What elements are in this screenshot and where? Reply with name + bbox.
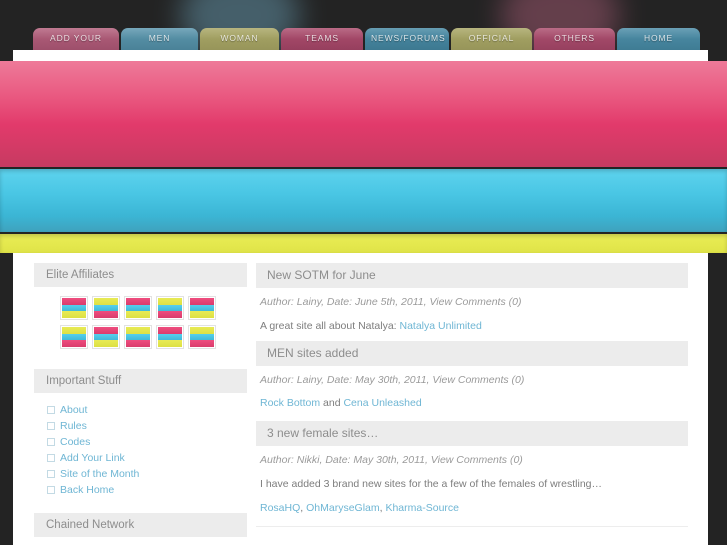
thumbnail-band xyxy=(94,304,118,312)
post-link-row: Rock Bottom and Cena Unleashed xyxy=(256,386,688,413)
post-body: A great site all about Natalya: Natalya … xyxy=(256,308,688,333)
thumbnail-band xyxy=(62,340,86,348)
thumbnail-band xyxy=(126,340,150,348)
affiliate-thumbnail[interactable] xyxy=(188,325,216,349)
affiliate-thumbnail[interactable] xyxy=(92,325,120,349)
thumbnail-band xyxy=(62,333,86,341)
post-title[interactable]: 3 new female sites… xyxy=(256,421,688,446)
thumbnail-band xyxy=(190,298,214,305)
nav-tab-official[interactable]: OFFICIAL xyxy=(451,28,532,50)
sidebar-link-add-your-link[interactable]: Add Your Link xyxy=(47,450,247,466)
post-body-text: I have added 3 brand new sites for the a… xyxy=(260,478,603,490)
thumbnail-band xyxy=(94,327,118,334)
affiliate-thumbnail[interactable] xyxy=(156,325,184,349)
thumbnail-band xyxy=(158,340,182,348)
thumbnail-band xyxy=(94,298,118,305)
thumbnail-band xyxy=(94,333,118,341)
nav-tab-men[interactable]: MEN xyxy=(121,28,198,50)
post-body-link[interactable]: Natalya Unlimited xyxy=(400,320,482,332)
thumbnail-band xyxy=(190,333,214,341)
nav-tab-others[interactable]: OTHERS xyxy=(534,28,615,50)
content-container: Elite Affiliates Important Stuff About Ru… xyxy=(13,253,708,545)
nav-tab-woman[interactable]: WOMAN xyxy=(200,28,279,50)
thumbnail-band xyxy=(158,327,182,334)
sidebar: Elite Affiliates Important Stuff About Ru… xyxy=(34,263,247,545)
nav-underbar xyxy=(13,50,708,61)
post: MEN sites added Author: Lainy, Date: May … xyxy=(256,341,688,413)
post-divider xyxy=(256,526,688,527)
thumbnail-band xyxy=(158,298,182,305)
sidebar-link-about[interactable]: About xyxy=(47,402,247,418)
thumbnail-band xyxy=(62,298,86,305)
affiliate-thumbnail[interactable] xyxy=(60,325,88,349)
widget-title-chained-network: Chained Network xyxy=(34,513,247,537)
thumbnail-band xyxy=(62,304,86,312)
post-link[interactable]: OhMaryseGlam xyxy=(306,502,380,514)
affiliate-thumbnail[interactable] xyxy=(92,296,120,320)
affiliate-thumbnail[interactable] xyxy=(124,325,152,349)
post-meta: Author: Nikki, Date: May 30th, 2011, Vie… xyxy=(260,454,523,466)
post-meta: Author: Lainy, Date: May 30th, 2011, Vie… xyxy=(260,374,525,386)
sidebar-link-codes[interactable]: Codes xyxy=(47,434,247,450)
post-body-text: A great site all about Natalya: xyxy=(260,320,400,332)
nav-tab-list: ADD YOUR SITEMENWOMANTEAMSNEWS/FORUMSOFF… xyxy=(33,28,702,50)
affiliate-thumb-grid xyxy=(34,296,250,354)
thumbnail-band xyxy=(158,311,182,319)
nav-tab-home[interactable]: HOME xyxy=(617,28,700,50)
post: 3 new female sites… Author: Nikki, Date: … xyxy=(256,421,688,527)
thumbnail-band xyxy=(94,311,118,319)
top-navigation: ADD YOUR SITEMENWOMANTEAMSNEWS/FORUMSOFF… xyxy=(0,0,727,61)
thumbnail-band xyxy=(126,304,150,312)
header-banner xyxy=(0,61,727,253)
post-link[interactable]: RosaHQ xyxy=(260,502,300,514)
nav-tab-add-your-site[interactable]: ADD YOUR SITE xyxy=(33,28,119,50)
post-link-row: RosaHQ, OhMaryseGlam, Kharma-Source xyxy=(256,491,688,518)
banner-band-yellow xyxy=(0,234,727,253)
sidebar-link-back-home[interactable]: Back Home xyxy=(47,482,247,498)
thumbnail-band xyxy=(190,304,214,312)
widget-title-important-stuff: Important Stuff xyxy=(34,369,247,393)
nav-tab-teams[interactable]: TEAMS xyxy=(281,28,363,50)
sidebar-link-rules[interactable]: Rules xyxy=(47,418,247,434)
thumbnail-band xyxy=(158,304,182,312)
affiliate-thumbnail[interactable] xyxy=(60,296,88,320)
thumbnail-band xyxy=(126,311,150,319)
banner-band-pink xyxy=(0,61,727,167)
affiliate-thumbnail[interactable] xyxy=(156,296,184,320)
post-link[interactable]: Kharma-Source xyxy=(385,502,459,514)
post-body: I have added 3 brand new sites for the a… xyxy=(256,466,688,491)
affiliate-thumbnail[interactable] xyxy=(124,296,152,320)
banner-band-cyan xyxy=(0,169,727,232)
post-link[interactable]: Rock Bottom xyxy=(260,397,320,409)
thumbnail-band xyxy=(94,340,118,348)
affiliate-thumbnail[interactable] xyxy=(188,296,216,320)
post-title[interactable]: New SOTM for June xyxy=(256,263,688,288)
thumbnail-band xyxy=(190,311,214,319)
nav-tab-news-forums[interactable]: NEWS/FORUMS xyxy=(365,28,449,50)
post-link[interactable]: Cena Unleashed xyxy=(343,397,421,409)
important-stuff-list: About Rules Codes Add Your Link Site of the … xyxy=(34,402,247,498)
thumbnail-band xyxy=(126,333,150,341)
thumbnail-band xyxy=(190,340,214,348)
post-list: New SOTM for June Author: Lainy, Date: Ju… xyxy=(256,263,688,535)
thumbnail-band xyxy=(62,311,86,319)
thumbnail-band xyxy=(126,327,150,334)
thumbnail-band xyxy=(62,327,86,334)
post-meta: Author: Lainy, Date: June 5th, 2011, Vie… xyxy=(260,296,522,308)
widget-title-elite-affiliates: Elite Affiliates xyxy=(34,263,247,287)
page-root: ADD YOUR SITEMENWOMANTEAMSNEWS/FORUMSOFF… xyxy=(0,0,727,545)
post-title[interactable]: MEN sites added xyxy=(256,341,688,366)
thumbnail-band xyxy=(190,327,214,334)
sidebar-link-site-of-the-month[interactable]: Site of the Month xyxy=(47,466,247,482)
thumbnail-band xyxy=(126,298,150,305)
post-link-separator: and xyxy=(320,397,344,409)
post: New SOTM for June Author: Lainy, Date: Ju… xyxy=(256,263,688,333)
thumbnail-band xyxy=(158,333,182,341)
